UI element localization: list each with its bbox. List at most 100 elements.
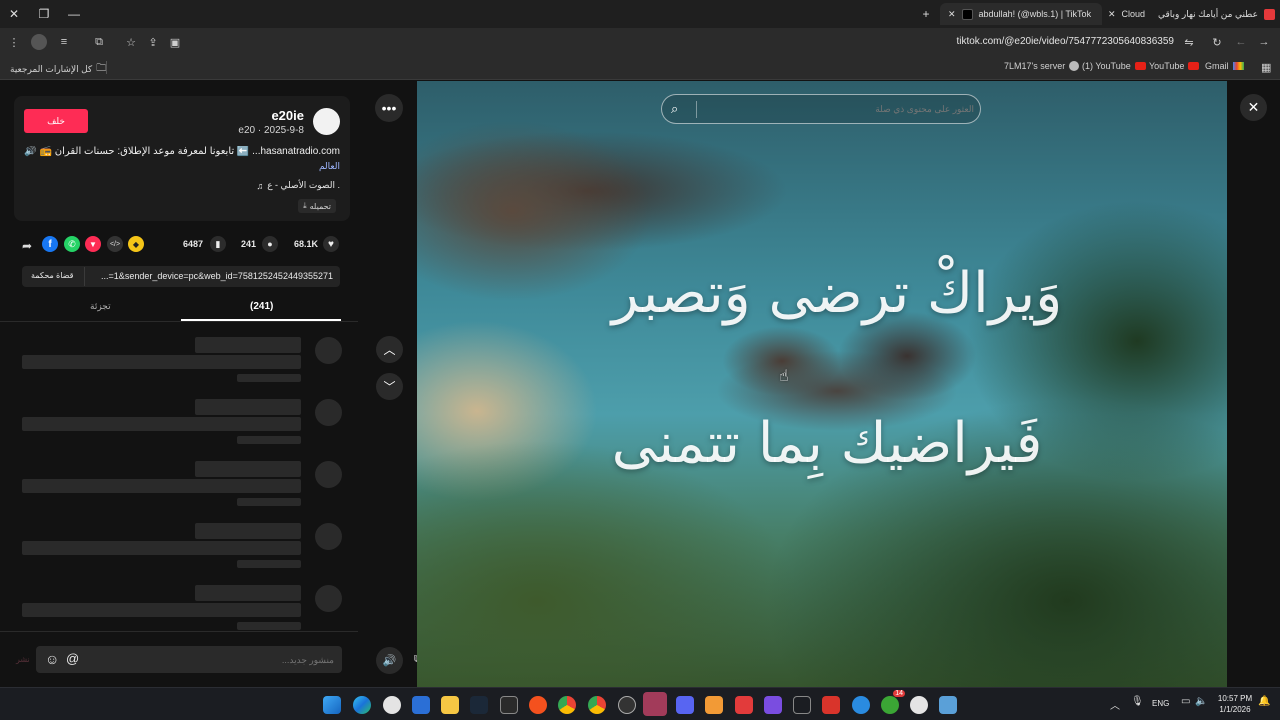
profile-avatar[interactable] — [31, 34, 47, 50]
tab-tiktok[interactable]: ✕ abdullah! (@wbls.1) | TikTok — [940, 3, 1102, 25]
steam-client-icon[interactable] — [470, 696, 488, 714]
comment-icon[interactable]: ● — [262, 236, 278, 252]
app-icon[interactable] — [705, 696, 723, 714]
skeleton-line — [237, 560, 301, 568]
tab-comments[interactable]: (241) — [250, 301, 273, 312]
tiktok-favicon-icon — [961, 8, 973, 20]
description-hashtag[interactable]: العالم — [319, 161, 340, 172]
search-input[interactable] — [702, 95, 974, 123]
steam-icon[interactable] — [383, 696, 401, 714]
microsoft-store-icon[interactable] — [412, 696, 430, 714]
site-settings-icon[interactable]: ⇋ — [1181, 34, 1197, 50]
share-arrow-icon[interactable]: ➦ — [22, 239, 32, 253]
tab-creator-videos[interactable]: تجزئة — [90, 301, 111, 312]
close-video-button[interactable]: ✕ — [1240, 94, 1267, 121]
gmail-icon — [1232, 62, 1244, 70]
install-app-icon[interactable]: ▣ — [167, 34, 183, 50]
emoji-icon[interactable]: ☺ — [45, 651, 59, 667]
discord-icon[interactable] — [676, 696, 694, 714]
epic-games-icon[interactable] — [500, 696, 518, 714]
post-comment-button[interactable]: نشر — [16, 655, 30, 664]
new-tab-button[interactable]: + — [912, 0, 940, 28]
more-options-icon[interactable]: ••• — [375, 94, 403, 122]
embed-code-icon[interactable]: </> — [107, 236, 123, 252]
chrome-profile-icon[interactable] — [588, 696, 606, 714]
microphone-icon[interactable]: 🎙 — [1131, 696, 1144, 707]
bookmark-all-bookmarks[interactable]: كل الإشارات المرجعية 🗀 — [10, 61, 106, 78]
photos-icon[interactable] — [939, 696, 957, 714]
close-tab-icon[interactable]: ✕ — [948, 9, 956, 20]
language-indicator[interactable]: ENG — [1152, 699, 1169, 708]
bookmark-youtube-2[interactable]: YouTube — [1149, 61, 1200, 71]
notifications-bell-icon[interactable]: 🔔 — [1258, 696, 1270, 707]
windows-taskbar: 14 ︿ 🎙 ENG ▭ 🔈 10:57 PM 1/1/2026 🔔 — [0, 687, 1280, 720]
sound-label: الصوت الأصلي - ع . — [267, 180, 340, 190]
mention-icon[interactable]: @ — [66, 651, 79, 666]
github-icon[interactable] — [618, 696, 636, 714]
star-icon[interactable]: ☆ — [123, 34, 139, 50]
close-window-button[interactable]: ✕ — [0, 0, 28, 28]
app-icon[interactable] — [735, 696, 753, 714]
back-arrow-icon[interactable]: → — [1256, 34, 1272, 50]
forward-arrow-icon[interactable]: ← — [1233, 34, 1249, 50]
volume-tray-icon[interactable]: 🔈 — [1195, 696, 1207, 707]
send-to-friend-icon[interactable]: ▼ — [85, 236, 101, 252]
network-icon[interactable]: ▭ — [1181, 696, 1190, 707]
skeleton-line — [237, 436, 301, 444]
file-explorer-icon[interactable] — [441, 696, 459, 714]
reload-icon[interactable]: ↻ — [1209, 34, 1225, 50]
author-username[interactable]: e20ie — [271, 108, 304, 123]
bookmark-youtube-1[interactable]: (1) YouTube — [1082, 61, 1146, 71]
author-avatar[interactable] — [313, 108, 340, 135]
follow-button[interactable]: خلف — [24, 109, 88, 133]
app-icon[interactable] — [764, 696, 782, 714]
address-bar-url[interactable]: tiktok.com/@e20ie/video/7547772305640836… — [956, 36, 1174, 47]
obs-icon[interactable] — [910, 696, 928, 714]
previous-video-button[interactable]: ︿ — [376, 336, 403, 363]
bookmark-gmail[interactable]: Gmail — [1205, 61, 1244, 71]
restore-window-button[interactable]: ❐ — [30, 0, 58, 28]
app-icon[interactable] — [822, 696, 840, 714]
apps-grid-icon[interactable]: ▦ — [1261, 61, 1271, 74]
tab-cloud[interactable]: ✕ Cloud — [1100, 3, 1150, 25]
comment-input[interactable] — [88, 646, 334, 673]
clock[interactable]: 10:57 PM 1/1/2026 — [1216, 693, 1254, 715]
menu-dots-icon[interactable]: ⋮ — [6, 34, 22, 50]
close-tab-icon[interactable]: ✕ — [1108, 9, 1116, 20]
whatsapp-icon[interactable]: ✆ — [64, 236, 80, 252]
search-bar[interactable]: ⌕ — [661, 94, 981, 124]
minimize-window-button[interactable]: — — [60, 0, 88, 28]
video-player[interactable]: ⌕ وَيراكْ ترضى وَتصبر فَيراضيك بِما تتمن… — [417, 81, 1227, 687]
app-icon[interactable] — [852, 696, 870, 714]
xbox-icon[interactable]: 14 — [881, 690, 905, 714]
youtube-icon — [1134, 62, 1146, 70]
bookmark-icon[interactable]: ▮ — [210, 236, 226, 252]
capcut-icon[interactable] — [793, 696, 811, 714]
facebook-icon[interactable]: f — [42, 236, 58, 252]
windows-start-icon[interactable] — [323, 696, 341, 714]
next-video-button[interactable]: ﹀ — [376, 373, 403, 400]
app-icon[interactable] — [529, 696, 547, 714]
download-label: تحميله — [309, 201, 331, 211]
heart-icon[interactable]: ♥ — [323, 236, 339, 252]
skeleton-avatar — [315, 337, 342, 364]
details-panel: خلف e20ie e20 · 2025-9-8 hasanatradio.co… — [0, 81, 358, 687]
show-hidden-icons-chevron-icon[interactable]: ︿ — [1110, 697, 1120, 712]
active-app-icon[interactable] — [643, 692, 667, 716]
search-icon[interactable]: ⌕ — [671, 101, 678, 117]
volume-icon[interactable]: 🔊 — [376, 647, 403, 674]
chrome-icon[interactable] — [558, 696, 576, 714]
share-page-icon[interactable]: ⇪ — [145, 34, 161, 50]
tab-title: Cloud — [1121, 9, 1146, 19]
sound-link[interactable]: ♫ الصوت الأصلي - ع . — [256, 180, 340, 191]
share-link-text[interactable]: ...=1&sender_device=pc&web_id=7581252452… — [101, 271, 333, 281]
download-button[interactable]: ⤓ تحميله — [298, 199, 336, 213]
copy-link-button[interactable]: قضاة محكمة — [31, 271, 73, 280]
extensions-icon[interactable]: ⧉ — [91, 34, 107, 50]
coin-icon[interactable]: ◆ — [128, 236, 144, 252]
tab-youtube-video[interactable]: عطني من أيامك نهار وباقي ⌄ — [1150, 3, 1280, 25]
edge-browser-icon[interactable] — [353, 696, 371, 714]
media-queue-icon[interactable]: ≡ — [56, 34, 72, 50]
bookmark-label: YouTube — [1149, 61, 1185, 71]
bookmark-discord-server[interactable]: 7LM17's server — [1004, 61, 1080, 71]
